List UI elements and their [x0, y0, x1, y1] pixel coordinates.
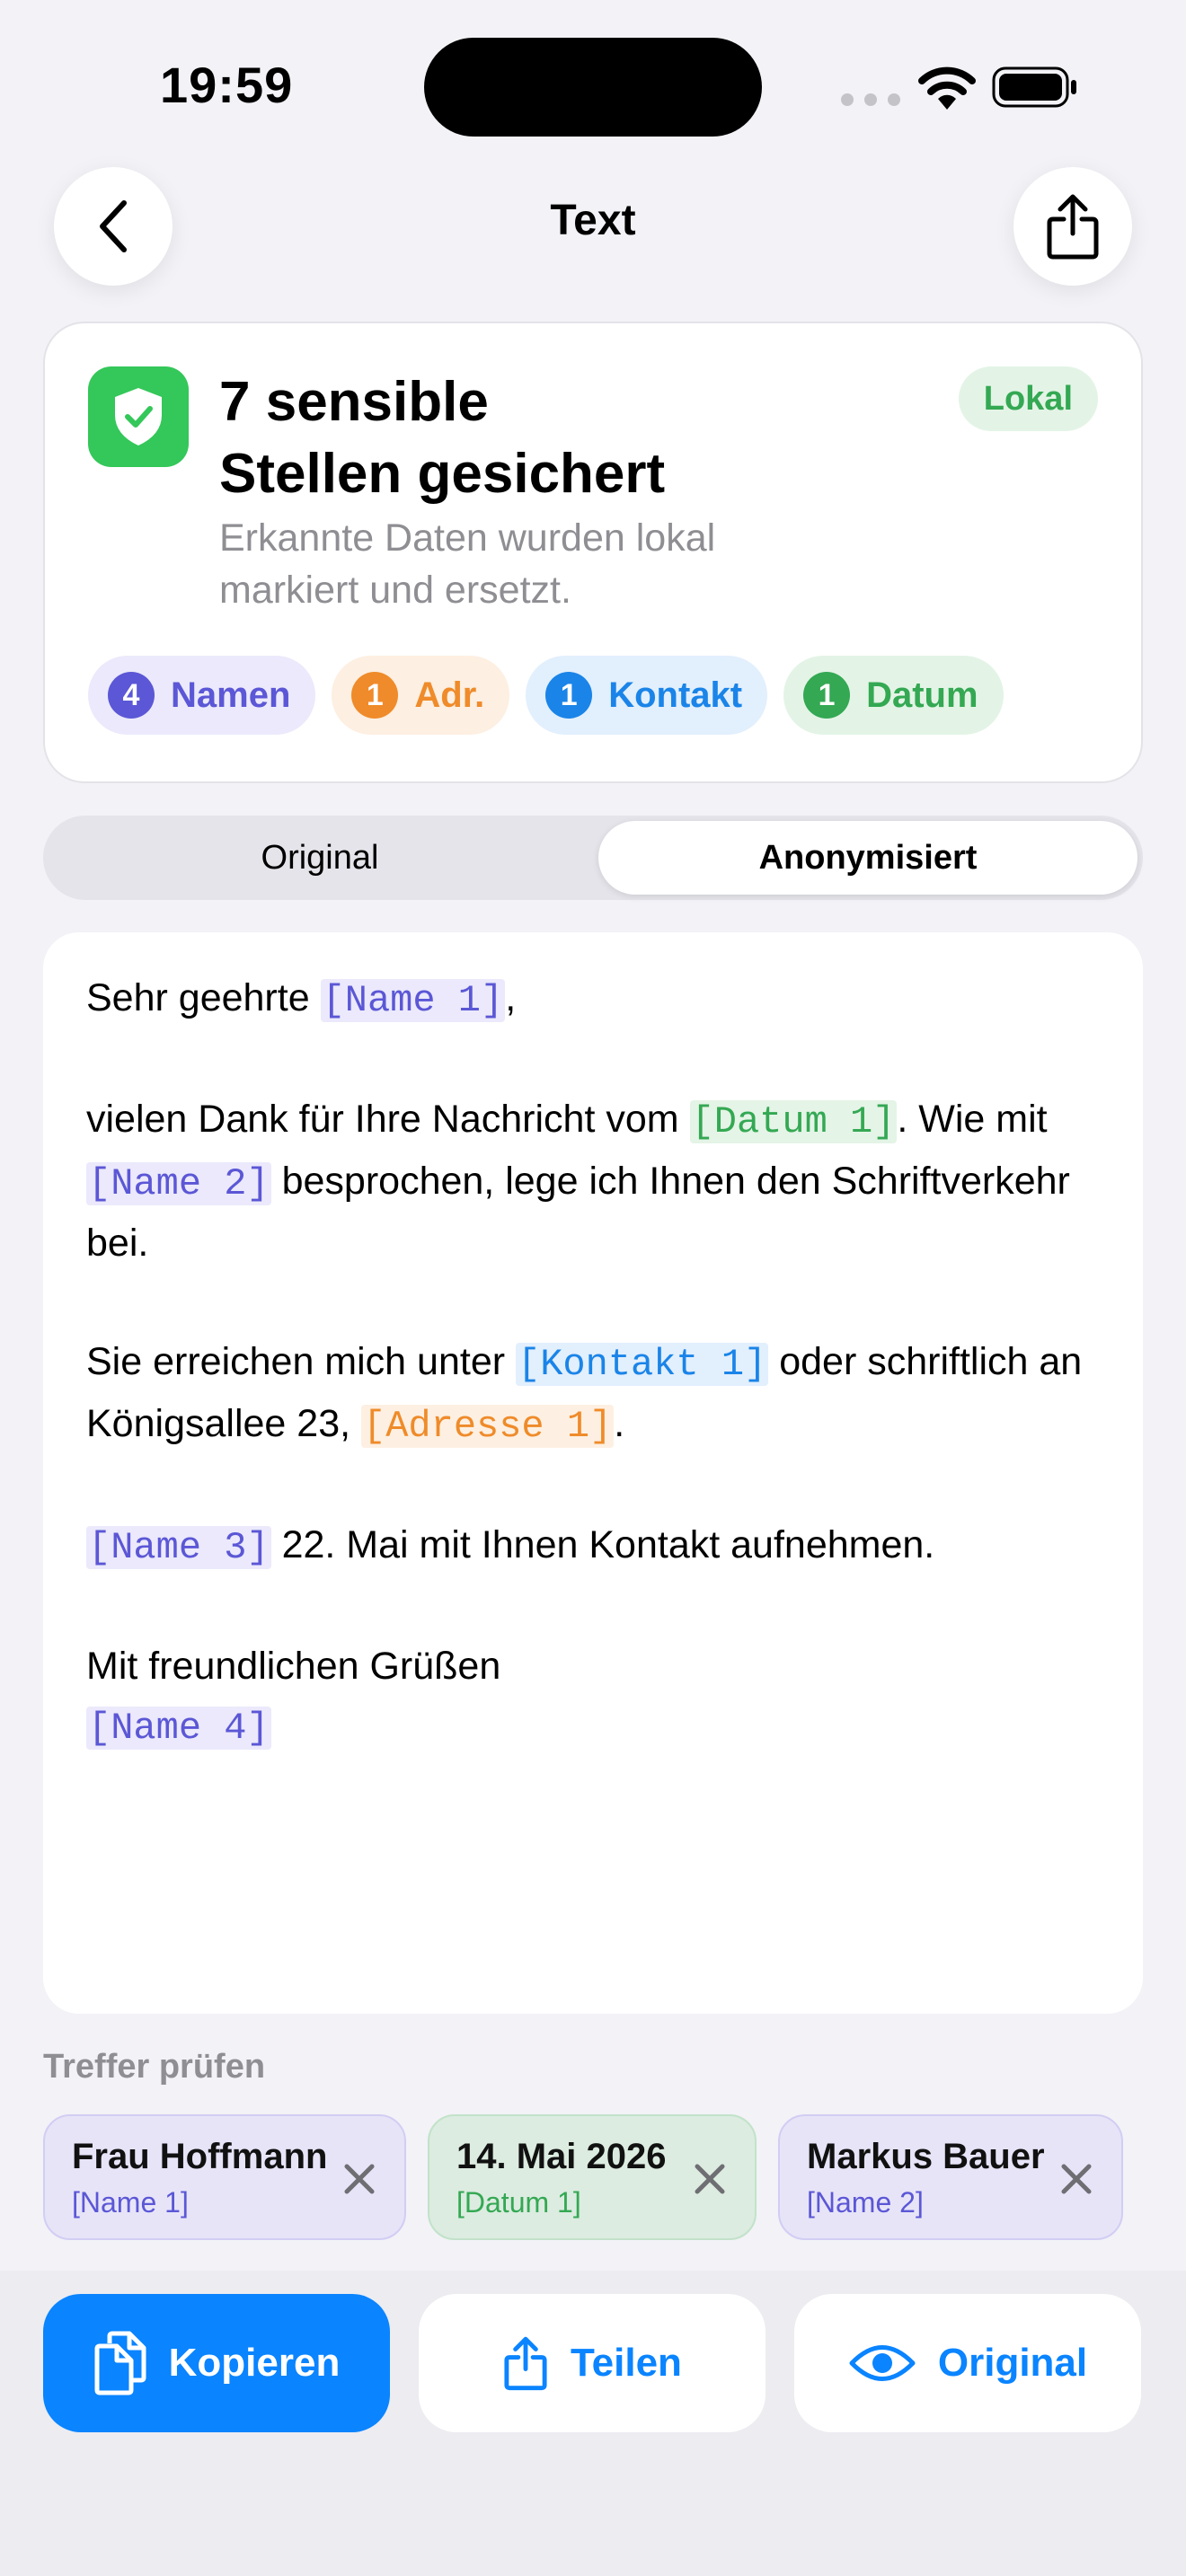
copy-button[interactable]: Kopieren [43, 2294, 390, 2432]
dynamic-island [424, 38, 762, 137]
copy-icon [94, 2331, 146, 2395]
paragraph-closing: Mit freundlichen Grüßen [Name 4] [86, 1645, 501, 1750]
paragraph-followup: [Name 3] 22. Mai mit Ihnen Kontakt aufne… [86, 1523, 935, 1569]
remove-icon[interactable] [692, 2161, 728, 2197]
document-text: Sehr geehrte [Name 1], vielen Dank für I… [86, 968, 1111, 1758]
hit-item[interactable]: 14. Mai 2026 [Datum 1] [428, 2114, 757, 2240]
summary-subtitle: Erkannte Daten wurden lokal markiert und… [219, 516, 716, 612]
share-icon [504, 2336, 547, 2391]
shield-check-icon [88, 366, 189, 467]
wifi-icon [918, 66, 976, 110]
paragraph-greeting: Sehr geehrte [Name 1], [86, 976, 517, 1022]
status-bar: 19:59 [0, 0, 1186, 162]
placeholder-address-1[interactable]: [Adresse 1] [361, 1405, 615, 1448]
paragraph-intro: vielen Dank für Ihre Nachricht vom [Datu… [86, 1098, 1070, 1265]
remove-icon[interactable] [1058, 2161, 1094, 2197]
status-time: 19:59 [160, 57, 294, 113]
segment-anonymized[interactable]: Anonymisiert [598, 821, 1137, 895]
share-top-button[interactable] [1013, 167, 1132, 286]
placeholder-name-2[interactable]: [Name 2] [86, 1162, 271, 1205]
hit-item[interactable]: Frau Hoffmann [Name 1] [43, 2114, 406, 2240]
paragraph-contact: Sie erreichen mich unter [Kontakt 1] ode… [86, 1340, 1083, 1448]
remove-icon[interactable] [341, 2161, 377, 2197]
placeholder-name-1[interactable]: [Name 1] [320, 979, 506, 1022]
hits-section-label: Treffer prüfen [43, 2048, 266, 2086]
battery-icon [992, 66, 1076, 108]
chip-date[interactable]: 1 Datum [783, 656, 1004, 735]
show-original-button[interactable]: Original [794, 2294, 1141, 2432]
segment-original[interactable]: Original [50, 821, 589, 895]
share-icon [1047, 194, 1099, 260]
chip-names[interactable]: 4 Namen [88, 656, 316, 735]
chip-addresses[interactable]: 1 Adr. [332, 656, 510, 735]
hit-item[interactable]: Markus Bauer [Name 2] [778, 2114, 1123, 2240]
hits-list: Frau Hoffmann [Name 1] 14. Mai 2026 [Dat… [43, 2114, 1123, 2240]
document-card: Sehr geehrte [Name 1], vielen Dank für I… [43, 932, 1143, 2014]
share-button[interactable]: Teilen [419, 2294, 766, 2432]
placeholder-contact-1[interactable]: [Kontakt 1] [516, 1343, 769, 1386]
placeholder-name-3[interactable]: [Name 3] [86, 1526, 271, 1569]
view-segmented-control: Original Anonymisiert [43, 816, 1143, 900]
placeholder-date-1[interactable]: [Datum 1] [689, 1100, 898, 1143]
local-badge: Lokal [958, 366, 1098, 431]
summary-card: 7 sensible Stellen gesichert Erkannte Da… [43, 322, 1143, 783]
category-chips: 4 Namen 1 Adr. 1 Kontakt 1 Datum [88, 656, 1004, 735]
placeholder-name-4[interactable]: [Name 4] [86, 1707, 271, 1750]
eye-icon [849, 2345, 916, 2381]
summary-title: 7 sensible Stellen gesichert [219, 371, 666, 505]
action-bar: Kopieren Teilen Original [0, 2271, 1186, 2576]
cellular-signal-icon [841, 93, 900, 106]
chip-contact[interactable]: 1 Kontakt [526, 656, 768, 735]
page-title: Text [550, 197, 636, 244]
